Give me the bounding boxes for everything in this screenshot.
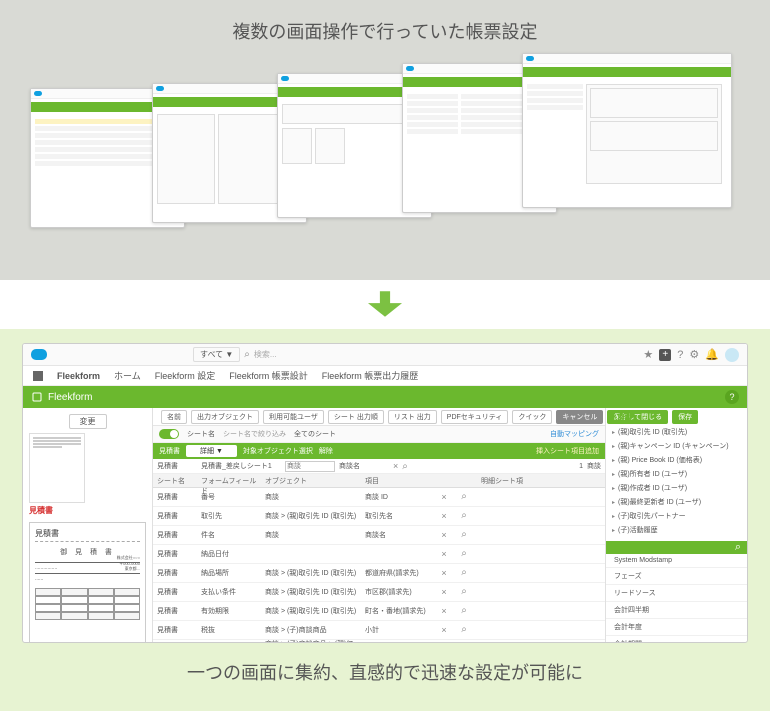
- list-item[interactable]: 会計期間: [606, 636, 747, 643]
- list-item[interactable]: 会計年度: [606, 619, 747, 636]
- right-panel: ▾ 商談 (親)取引先 ID (取引先)(親)キャンペーン ID (キャンペーン…: [605, 408, 747, 643]
- clear-row-icon[interactable]: ×: [437, 547, 451, 561]
- list-output-button[interactable]: リスト 出力: [388, 410, 437, 424]
- list-item[interactable]: リードソース: [606, 585, 747, 602]
- notification-bell-icon[interactable]: 🔔: [705, 348, 719, 361]
- search-row-icon[interactable]: ⌕: [451, 565, 477, 580]
- clear-icon[interactable]: ×: [393, 461, 398, 471]
- field-list: System Modstampフェーズリードソース会計四半期会計年度会計期間: [606, 554, 747, 643]
- nav-history[interactable]: Fleekform 帳票出力履歴: [322, 369, 419, 382]
- clear-row-icon[interactable]: ×: [437, 490, 451, 504]
- list-item[interactable]: System Modstamp: [606, 554, 747, 568]
- table-row[interactable]: 見積書取引先商談 > (親)取引先 ID (取引先)取引先名×⌕: [153, 507, 605, 526]
- center-panel: 名前 出力オブジェクト 利用可能ユーザ シート 出力順 リスト 出力 PDFセキ…: [153, 408, 605, 643]
- table-row[interactable]: 見積書件名商談商談名×⌕: [153, 526, 605, 545]
- object-header-row: 見積書 詳細 ▼ 対象オブジェクト選択 解除 挿入シート項目追加: [153, 443, 605, 459]
- clear-row-icon[interactable]: ×: [437, 604, 451, 618]
- change-button[interactable]: 変更: [69, 414, 107, 429]
- table-row[interactable]: 見積書納品日付×⌕: [153, 545, 605, 564]
- search-row-icon[interactable]: ⌕: [451, 603, 477, 618]
- filter-row: 見積書 見積書_差戻しシート1 商談名 × ⌕ 1 商談: [153, 459, 605, 474]
- search-row-icon[interactable]: ⌕: [451, 527, 477, 542]
- template-thumbnail[interactable]: [29, 433, 85, 503]
- list-item[interactable]: フェーズ: [606, 568, 747, 585]
- search-icon: ⌕: [244, 349, 250, 360]
- document-preview: 見積書 御 見 積 書 ................ ...... 株式会社…: [29, 522, 146, 643]
- bottom-heading: 一つの画面に集約、直感的で迅速な設定が可能に: [22, 643, 748, 689]
- tree-item[interactable]: (親)キャンペーン ID (キャンペーン): [612, 439, 741, 453]
- arrow-down-icon: [0, 280, 770, 329]
- clear-row-icon[interactable]: ×: [437, 585, 451, 599]
- auto-mapping-link[interactable]: 自動マッピング: [550, 429, 599, 439]
- clear-row-icon[interactable]: ×: [437, 623, 451, 637]
- quick-button[interactable]: クイック: [512, 410, 552, 424]
- tree-item[interactable]: (子)取引先パートナー: [612, 509, 741, 523]
- sheet-toggle[interactable]: [159, 429, 179, 439]
- table-row[interactable]: 見積書支払い条件商談 > (親)取引先 ID (取引先)市区郡(請求先)×⌕: [153, 583, 605, 602]
- nav-settings[interactable]: Fleekform 設定: [155, 369, 216, 382]
- search-row-icon[interactable]: ⌕: [451, 641, 477, 643]
- table-row[interactable]: 見積書金額商談 > (子)商談商品 > (親)価格表エントリ ID商品コード×⌕: [153, 640, 605, 643]
- app-launcher-icon[interactable]: +: [659, 349, 671, 361]
- name-button[interactable]: 名前: [161, 410, 187, 424]
- output-object-button[interactable]: 出力オブジェクト: [191, 410, 259, 424]
- search-input[interactable]: 検索...: [254, 349, 277, 360]
- tree-item[interactable]: (親)取引先 ID (取引先): [612, 425, 741, 439]
- settings-gear-icon[interactable]: ⚙: [689, 348, 699, 361]
- search-row-icon[interactable]: ⌕: [451, 622, 477, 637]
- tree-header: ▾ 商談: [612, 412, 741, 422]
- users-button[interactable]: 利用可能ユーザ: [263, 410, 324, 424]
- table-row[interactable]: 見積書有効期限商談 > (親)取引先 ID (取引先)町名・番地(請求先)×⌕: [153, 602, 605, 621]
- table-row[interactable]: 見積書納品場所商談 > (親)取引先 ID (取引先)都道府県(請求先)×⌕: [153, 564, 605, 583]
- tree-item[interactable]: (親) Price Book ID (価格表): [612, 453, 741, 467]
- sheet-filter-bar: シート名 シート名で絞り込み 全てのシート 自動マッピング: [153, 426, 605, 443]
- nav-home[interactable]: ホーム: [114, 369, 141, 382]
- clear-row-icon[interactable]: ×: [437, 566, 451, 580]
- salesforce-cloud-icon: [31, 349, 47, 360]
- fleekform-bar: Fleekform ?: [23, 386, 747, 408]
- list-item[interactable]: 会計四半期: [606, 602, 747, 619]
- favorite-icon[interactable]: ★: [643, 348, 653, 361]
- tree-item[interactable]: (子)活動履歴: [612, 523, 741, 537]
- detail-select[interactable]: 詳細 ▼: [186, 445, 237, 457]
- search-icon-2[interactable]: ⌕: [402, 461, 408, 472]
- app-title: Fleekform: [57, 371, 100, 381]
- app-logo-icon: [33, 371, 43, 381]
- table-row[interactable]: 見積書番号商談商談 ID×⌕: [153, 488, 605, 507]
- right-search-bar: ⌕: [606, 541, 747, 554]
- clear-row-icon[interactable]: ×: [437, 528, 451, 542]
- salesforce-header: すべて ▼ ⌕ 検索... ★ + ? ⚙ 🔔: [23, 344, 747, 366]
- template-name: 見積書: [29, 505, 146, 516]
- app-nav-tabs: Fleekform ホーム Fleekform 設定 Fleekform 帳票設…: [23, 366, 747, 386]
- tree-item[interactable]: (親)所有者 ID (ユーザ): [612, 467, 741, 481]
- search-row-icon[interactable]: ⌕: [451, 584, 477, 599]
- tree-item[interactable]: (親)作成者 ID (ユーザ): [612, 481, 741, 495]
- add-sheet-item-link[interactable]: 挿入シート項目追加: [536, 446, 599, 456]
- left-panel: 変更 見積書 見積書 御 見 積 書 ................ ....…: [23, 408, 153, 643]
- column-headers: シート名 フォームフィールド オブジェクト 項目 明細シート項: [153, 474, 605, 488]
- multi-screenshots: +: [22, 58, 748, 268]
- search-row-icon[interactable]: ⌕: [451, 508, 477, 523]
- filter-input-1[interactable]: [285, 461, 335, 472]
- search-icon-3[interactable]: ⌕: [735, 541, 741, 554]
- nav-design[interactable]: Fleekform 帳票設計: [229, 369, 308, 382]
- top-heading: 複数の画面操作で行っていた帳票設定: [22, 18, 748, 44]
- table-row[interactable]: 見積書税抜商談 > (子)商談商品小計×⌕: [153, 621, 605, 640]
- help-badge-icon[interactable]: ?: [725, 390, 739, 404]
- search-row-icon[interactable]: ⌕: [451, 489, 477, 504]
- pdf-security-button[interactable]: PDFセキュリティ: [441, 410, 509, 424]
- clear-row-icon[interactable]: ×: [437, 509, 451, 523]
- search-scope-select[interactable]: すべて ▼: [193, 347, 240, 362]
- mapping-table: 見積書番号商談商談 ID×⌕見積書取引先商談 > (親)取引先 ID (取引先)…: [153, 488, 605, 643]
- avatar-icon[interactable]: [725, 348, 739, 362]
- help-icon[interactable]: ?: [677, 349, 683, 361]
- toolbar: 名前 出力オブジェクト 利用可能ユーザ シート 出力順 リスト 出力 PDFセキ…: [153, 408, 605, 426]
- cancel-button[interactable]: キャンセル: [556, 410, 603, 424]
- sheet-order-button[interactable]: シート 出力順: [328, 410, 384, 424]
- tree-item[interactable]: (親)最終更新者 ID (ユーザ): [612, 495, 741, 509]
- search-row-icon[interactable]: ⌕: [451, 546, 477, 561]
- clear-row-icon[interactable]: ×: [437, 642, 451, 643]
- main-app-window: すべて ▼ ⌕ 検索... ★ + ? ⚙ 🔔 Fleekform ホーム Fl…: [22, 343, 748, 643]
